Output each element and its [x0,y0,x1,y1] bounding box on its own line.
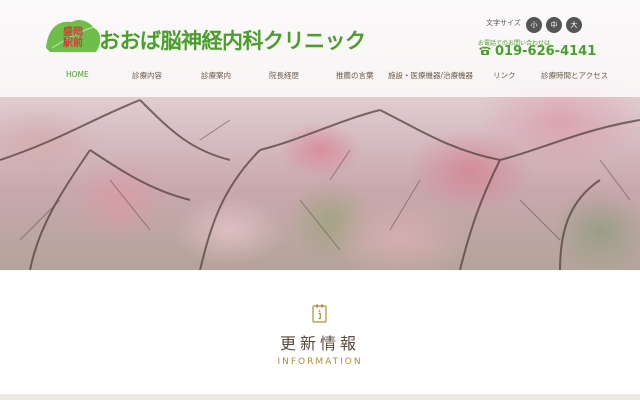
nav-hours-access[interactable]: 診療時間とアクセス [541,70,608,81]
information-title: 更新情報 [279,334,360,353]
nav-links[interactable]: リンク [493,70,516,81]
font-size-label: 文字サイズ [486,19,521,27]
phone-number[interactable]: 019-626-4141 [478,44,596,59]
font-size-medium-button[interactable]: 中 [546,17,562,33]
nav-guide[interactable]: 診療案内 [201,70,231,81]
logo-badge-line2: 駅前 [63,38,83,49]
font-size-small-button[interactable]: 小 [526,17,542,33]
nav-treatment[interactable]: 診療内容 [132,70,162,81]
nav-home[interactable]: HOME [66,70,89,79]
phone-number-text: 019-626-4141 [495,44,597,59]
phone-icon [479,46,491,55]
font-size-large-button[interactable]: 大 [566,17,582,33]
main-nav: HOME 診療内容 診療案内 院長経歴 推薦の言葉 施設・医療機器/治療機器 リ… [0,70,640,84]
section-divider [0,394,640,400]
info-icon [312,304,327,323]
logo-badge: 盛岡 駅前 [49,27,97,49]
site-title[interactable]: おおば脳神経内科クリニック [99,25,366,55]
information-subtitle: INFORMATION [277,357,363,367]
nav-facilities[interactable]: 施設・医療機器/治療機器 [388,70,473,81]
nav-director-career[interactable]: 院長経歴 [269,70,299,81]
site-header: 盛岡 駅前 おおば脳神経内科クリニック 文字サイズ 小 中 大 お電話でのお問い… [0,0,640,97]
logo-badge-line1: 盛岡 [63,27,83,38]
nav-recommendation[interactable]: 推薦の言葉 [336,70,374,81]
